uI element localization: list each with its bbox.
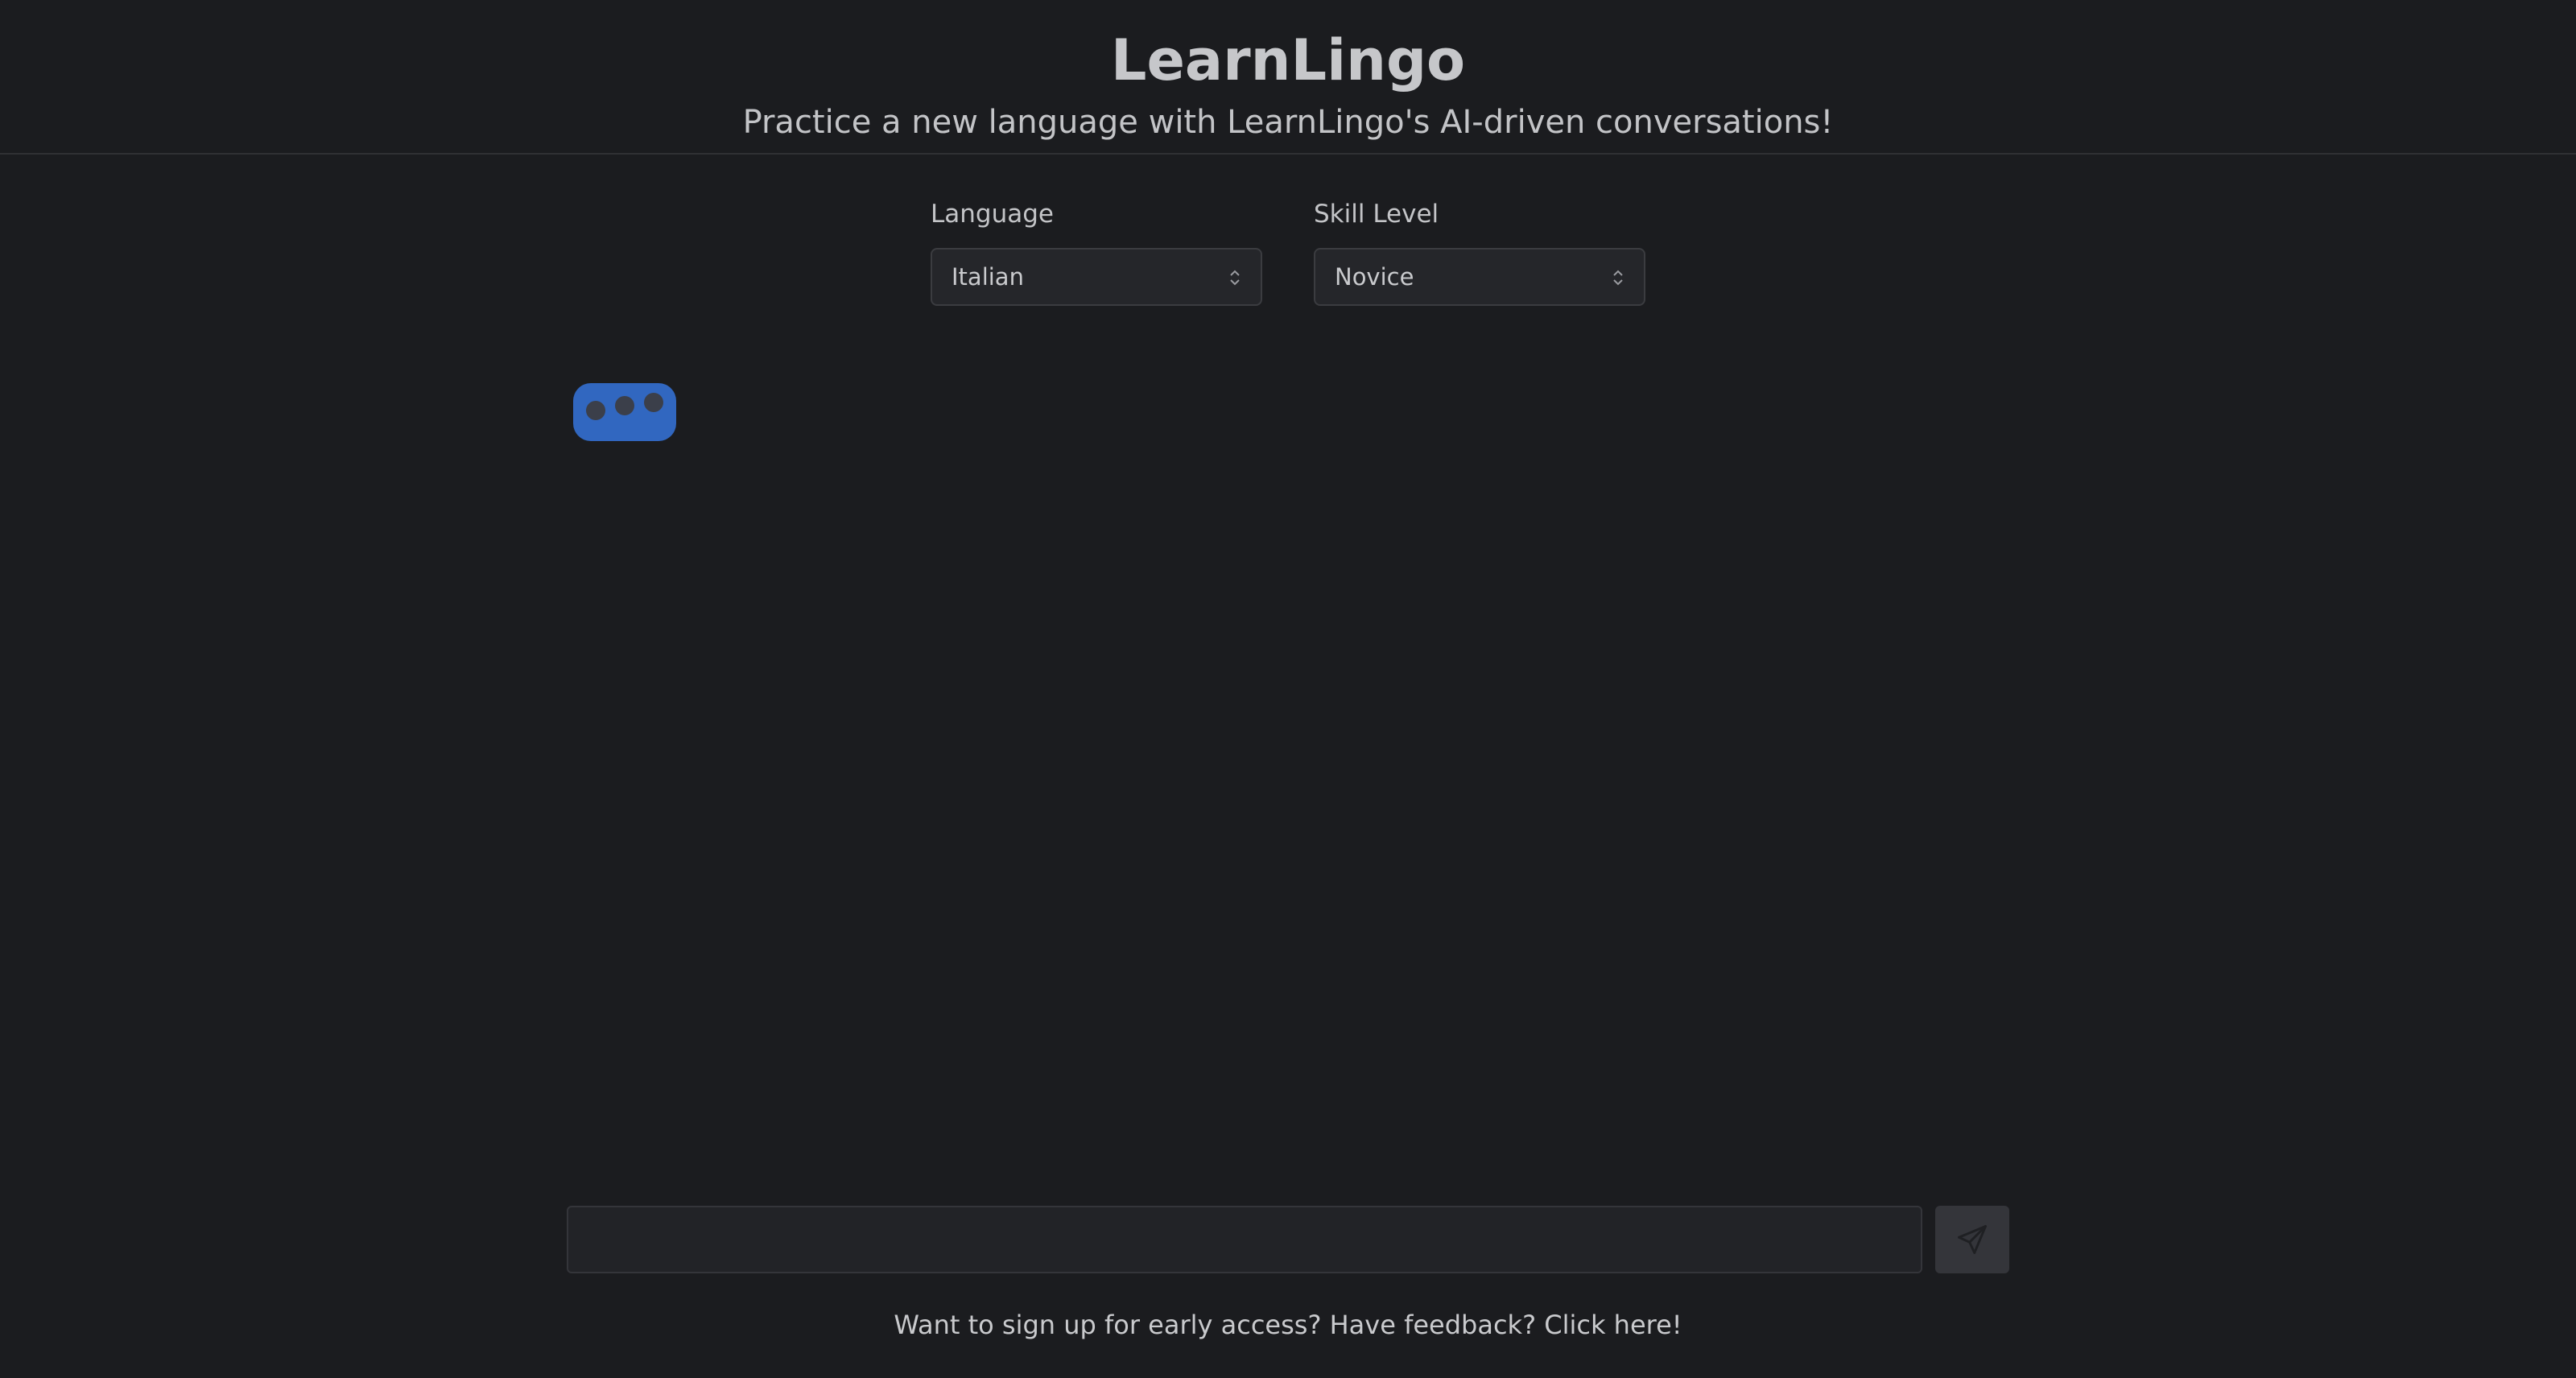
skill-level-field: Skill Level Novice bbox=[1314, 196, 1645, 306]
typing-dot-icon bbox=[615, 396, 634, 415]
app-subtitle: Practice a new language with LearnLingo'… bbox=[742, 104, 1834, 141]
app-page: LearnLingo Practice a new language with … bbox=[0, 0, 2576, 1378]
typing-indicator bbox=[573, 383, 676, 441]
skill-level-select[interactable]: Novice bbox=[1314, 248, 1645, 306]
chevron-up-down-icon bbox=[1613, 270, 1623, 286]
typing-dot-icon bbox=[586, 401, 605, 420]
message-input[interactable] bbox=[567, 1206, 1922, 1273]
app-title: LearnLingo bbox=[1110, 27, 1466, 93]
skill-level-select-value: Novice bbox=[1335, 263, 1414, 291]
page-header: LearnLingo Practice a new language with … bbox=[0, 0, 2576, 155]
language-select[interactable]: Italian bbox=[931, 248, 1262, 306]
typing-dot-icon bbox=[644, 393, 663, 412]
paper-plane-icon bbox=[1958, 1225, 1987, 1254]
language-label: Language bbox=[931, 200, 1054, 229]
send-button[interactable] bbox=[1935, 1206, 2009, 1273]
language-select-value: Italian bbox=[952, 263, 1024, 291]
chevron-up-down-icon bbox=[1230, 270, 1240, 286]
language-field: Language Italian bbox=[931, 196, 1262, 306]
feedback-link[interactable]: Want to sign up for early access? Have f… bbox=[0, 1306, 2576, 1344]
skill-level-label: Skill Level bbox=[1314, 200, 1439, 229]
